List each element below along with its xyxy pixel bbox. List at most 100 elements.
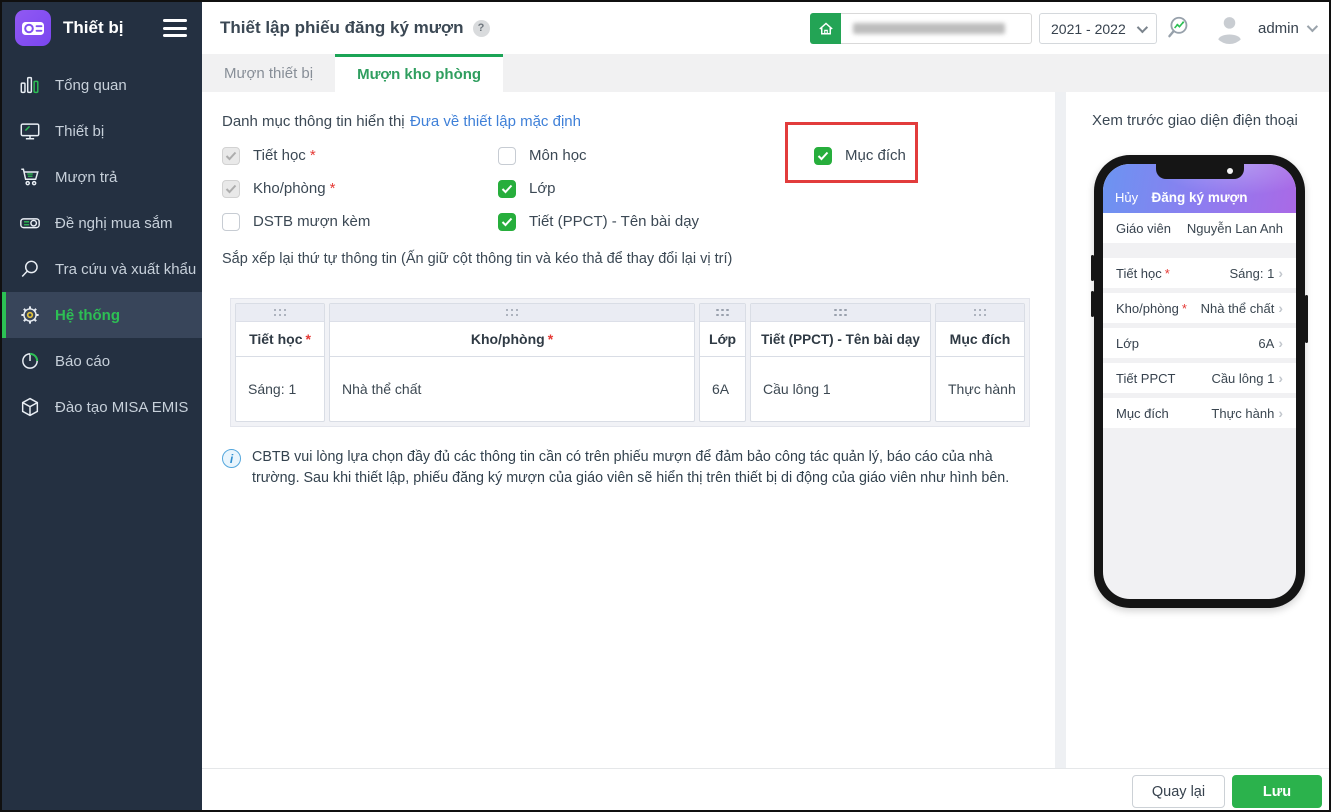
app-title: Thiết bị [63, 18, 123, 38]
checkbox-box [498, 147, 516, 165]
phone-camera-dot [1227, 168, 1233, 174]
sidebar-item-de-nghi-mua-sam[interactable]: Đề nghị mua sắm [2, 200, 202, 246]
phone-screen: Hủy Đăng ký mượn Giáo viên Nguyễn Lan An… [1103, 164, 1296, 599]
pie-chart-icon [18, 349, 42, 373]
home-button[interactable] [810, 13, 841, 44]
chevron-right-icon: › [1278, 405, 1283, 421]
footer-bar: Quay lại Lưu [202, 768, 1331, 812]
sidebar-item-dao-tao[interactable]: Đào tạo MISA EMIS [2, 384, 202, 430]
section-label: Danh mục thông tin hiển thị [222, 113, 405, 130]
checkbox-box [498, 180, 516, 198]
phone-power-button [1305, 295, 1308, 343]
info-icon: i [222, 449, 241, 468]
menu-toggle-icon[interactable] [163, 19, 187, 37]
sidebar-item-tra-cuu[interactable]: Tra cứu và xuất khẩu [2, 246, 202, 292]
preview-title: Xem trước giao diện điện thoại [1092, 112, 1298, 129]
table-cell: Sáng: 1 [236, 357, 324, 421]
checkbox-column-1: Tiết học * Kho/phòng * DSTB mượn kèm [222, 139, 370, 238]
cart-icon [18, 165, 42, 189]
school-year-dropdown[interactable]: 2021 - 2022 [1039, 13, 1157, 44]
back-button[interactable]: Quay lại [1132, 775, 1225, 808]
table-cell: Cầu lông 1 [751, 357, 930, 421]
checkbox-muc-dich[interactable]: Mục đích [814, 139, 906, 172]
checkbox-mon-hoc[interactable]: Môn học [498, 139, 699, 172]
phone-row-kho-phong[interactable]: Kho/phòng* Nhà thể chất› [1103, 293, 1296, 323]
checkbox-tiet-hoc[interactable]: Tiết học * [222, 139, 370, 172]
column-order-table: Tiết học* Sáng: 1 Kho/phòng* Nhà thể chấ… [230, 298, 1030, 427]
sidebar-item-muon-tra[interactable]: Mượn trả [2, 154, 202, 200]
sidebar-item-tong-quan[interactable]: Tổng quan [2, 62, 202, 108]
phone-row-tiet-hoc[interactable]: Tiết học* Sáng: 1› [1103, 258, 1296, 288]
school-year-value: 2021 - 2022 [1051, 21, 1126, 37]
table-cell: Thực hành [936, 357, 1024, 421]
user-menu[interactable]: admin [1258, 2, 1315, 54]
page-title: Thiết lập phiếu đăng ký mượn [220, 18, 464, 38]
tabbar: Mượn thiết bị Mượn kho phòng [202, 54, 1331, 92]
table-column-muc-dich[interactable]: Mục đích Thực hành [935, 303, 1025, 422]
gear-icon [18, 303, 42, 327]
phone-row-tiet-ppct[interactable]: Tiết PPCT Cầu lông 1› [1103, 363, 1296, 393]
table-cell: 6A [700, 357, 745, 421]
drag-handle-icon[interactable] [751, 304, 930, 322]
search-analytics-icon[interactable] [1166, 14, 1194, 42]
info-note: i CBTB vui lòng lựa chọn đầy đủ các thôn… [222, 447, 1044, 489]
school-selector[interactable] [810, 13, 1032, 44]
table-cell: Nhà thể chất [330, 357, 694, 421]
phone-row-muc-dich[interactable]: Mục đích Thực hành› [1103, 398, 1296, 428]
checkbox-column-3: Mục đích [814, 139, 906, 172]
main-content: Danh mục thông tin hiển thị Đưa về thiết… [202, 92, 1055, 768]
table-column-lop[interactable]: Lớp 6A [699, 303, 746, 422]
checkbox-kho-phong[interactable]: Kho/phòng * [222, 172, 370, 205]
drag-handle-icon[interactable] [936, 304, 1024, 322]
chevron-down-icon [1307, 21, 1318, 32]
checkbox-lop[interactable]: Lớp [498, 172, 699, 205]
chevron-down-icon [1137, 21, 1148, 32]
sidebar: Thiết bị Tổng quan Thiết bị Mượn trả [2, 2, 202, 810]
sidebar-nav: Tổng quan Thiết bị Mượn trả Đề nghị mua … [2, 62, 202, 430]
checkbox-dstb-muon-kem[interactable]: DSTB mượn kèm [222, 205, 370, 238]
monitor-icon [18, 119, 42, 143]
checkbox-column-2: Môn học Lớp Tiết (PPCT) - Tên bài dạy [498, 139, 699, 238]
sidebar-item-he-thong[interactable]: Hệ thống [2, 292, 202, 338]
sidebar-item-bao-cao[interactable]: Báo cáo [2, 338, 202, 384]
checkbox-box [222, 180, 240, 198]
checkbox-box [222, 213, 240, 231]
user-avatar[interactable] [1213, 11, 1246, 44]
projector-icon [18, 211, 42, 235]
topbar: Thiết lập phiếu đăng ký mượn ? 2021 - 20… [202, 2, 1331, 54]
chevron-right-icon: › [1278, 335, 1283, 351]
phone-preview-panel: Xem trước giao diện điện thoại Hủy Đăng … [1066, 92, 1331, 768]
cube-icon [18, 395, 42, 419]
search-icon [18, 257, 42, 281]
phone-mockup: Hủy Đăng ký mượn Giáo viên Nguyễn Lan An… [1094, 155, 1305, 608]
drag-handle-icon[interactable] [236, 304, 324, 322]
help-icon[interactable]: ? [473, 20, 490, 37]
sort-hint: Sắp xếp lại thứ tự thông tin (Ấn giữ cột… [222, 251, 732, 267]
drag-handle-icon[interactable] [330, 304, 694, 322]
username: admin [1258, 20, 1299, 37]
content-scrollbar[interactable] [1055, 92, 1066, 768]
table-column-kho-phong[interactable]: Kho/phòng* Nhà thể chất [329, 303, 695, 422]
table-column-tiet-ppct[interactable]: Tiết (PPCT) - Tên bài dạy Cầu lông 1 [750, 303, 931, 422]
phone-notch [1156, 164, 1244, 179]
phone-volume-button [1091, 255, 1094, 281]
phone-row-lop[interactable]: Lớp 6A› [1103, 328, 1296, 358]
save-button[interactable]: Lưu [1232, 775, 1322, 808]
checkbox-tiet-ppct[interactable]: Tiết (PPCT) - Tên bài dạy [498, 205, 699, 238]
reset-defaults-link[interactable]: Đưa về thiết lập mặc định [410, 113, 581, 130]
table-column-tiet-hoc[interactable]: Tiết học* Sáng: 1 [235, 303, 325, 422]
sidebar-item-thiet-bi[interactable]: Thiết bị [2, 108, 202, 154]
school-name-redacted [841, 13, 1032, 44]
tab-muon-thiet-bi[interactable]: Mượn thiết bị [202, 54, 335, 92]
bar-chart-icon [18, 73, 42, 97]
chevron-right-icon: › [1278, 300, 1283, 316]
chevron-right-icon: › [1278, 370, 1283, 386]
drag-handle-icon[interactable] [700, 304, 745, 322]
tab-muon-kho-phong[interactable]: Mượn kho phòng [335, 54, 503, 92]
checkbox-box [222, 147, 240, 165]
phone-volume-button [1091, 291, 1094, 317]
sidebar-logo-row: Thiết bị [2, 2, 202, 54]
phone-cancel-button[interactable]: Hủy [1115, 190, 1138, 205]
info-note-text: CBTB vui lòng lựa chọn đầy đủ các thông … [252, 447, 1044, 489]
app-window: Thiết bị Tổng quan Thiết bị Mượn trả [0, 0, 1331, 812]
